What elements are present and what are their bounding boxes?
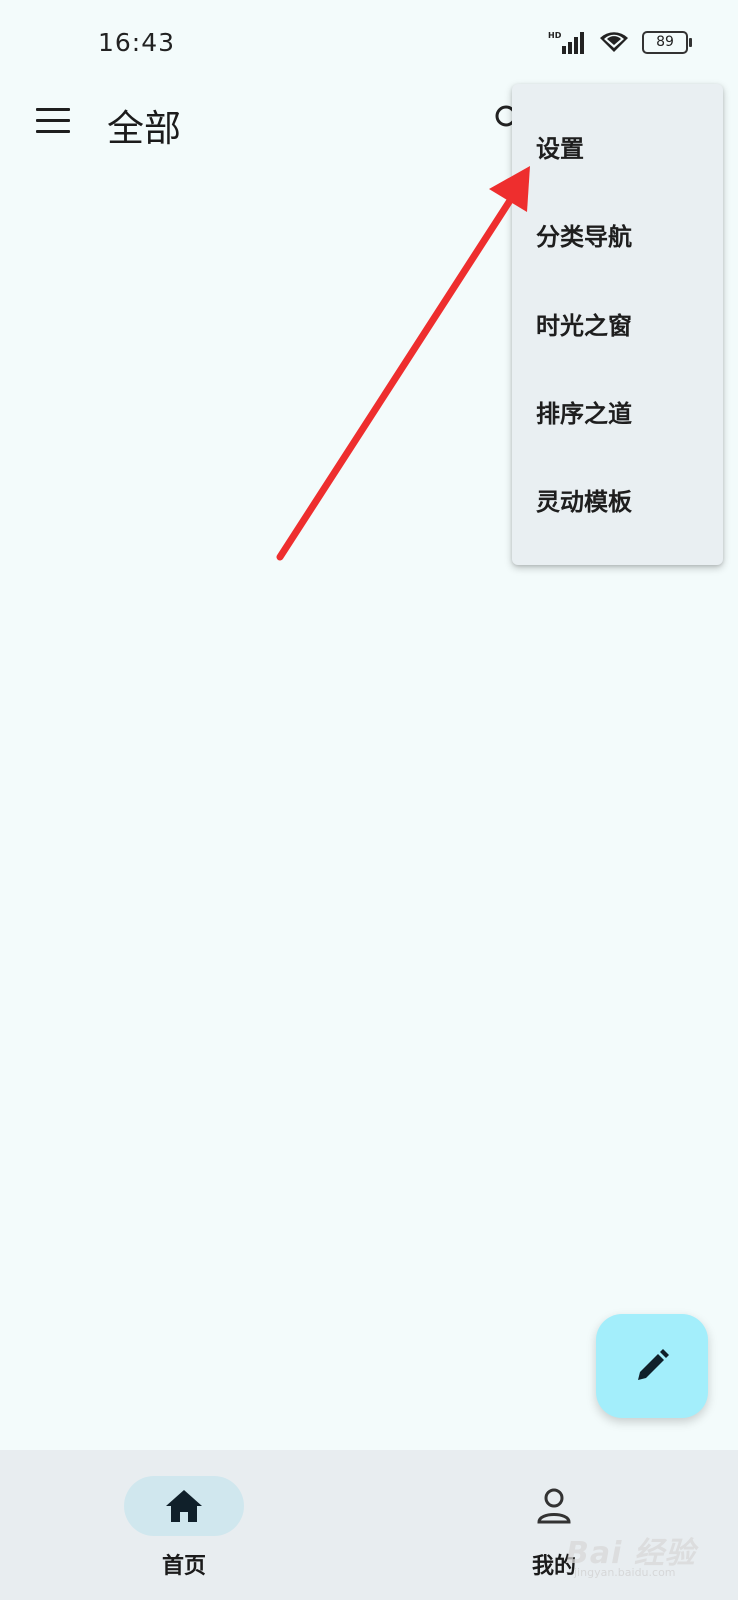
edit-pencil-icon xyxy=(638,1349,669,1380)
network-label: HD xyxy=(548,31,562,40)
menu-item-category-nav[interactable]: 分类导航 xyxy=(536,217,706,252)
battery-indicator: 89 xyxy=(642,30,692,54)
status-time: 16:43 xyxy=(98,28,176,57)
menu-item-sort[interactable]: 排序之道 xyxy=(536,394,706,429)
hamburger-menu-icon[interactable] xyxy=(36,108,70,134)
page-title: 全部 xyxy=(107,107,181,150)
menu-item-time-window[interactable]: 时光之窗 xyxy=(536,306,706,341)
watermark-url: jingyan.baidu.com xyxy=(574,1566,676,1579)
person-icon xyxy=(537,1488,571,1524)
baidu-watermark: Bai 经验 jingyan.baidu.com xyxy=(566,1528,726,1580)
status-icons: HD 89 xyxy=(548,30,692,54)
menu-item-settings[interactable]: 设置 xyxy=(536,129,706,164)
nav-item-home[interactable]: 首页 xyxy=(84,1450,284,1600)
compose-fab-button[interactable] xyxy=(596,1314,708,1418)
status-bar: 16:43 HD 89 xyxy=(0,0,738,84)
battery-level: 89 xyxy=(656,34,674,50)
overflow-dropdown-menu: 设置 分类导航 时光之窗 排序之道 灵动模板 xyxy=(512,84,723,565)
nav-label-home: 首页 xyxy=(161,1554,206,1579)
menu-item-templates[interactable]: 灵动模板 xyxy=(536,482,706,517)
signal-icon: HD xyxy=(548,31,584,54)
wifi-icon xyxy=(600,32,628,52)
home-icon xyxy=(166,1490,202,1522)
